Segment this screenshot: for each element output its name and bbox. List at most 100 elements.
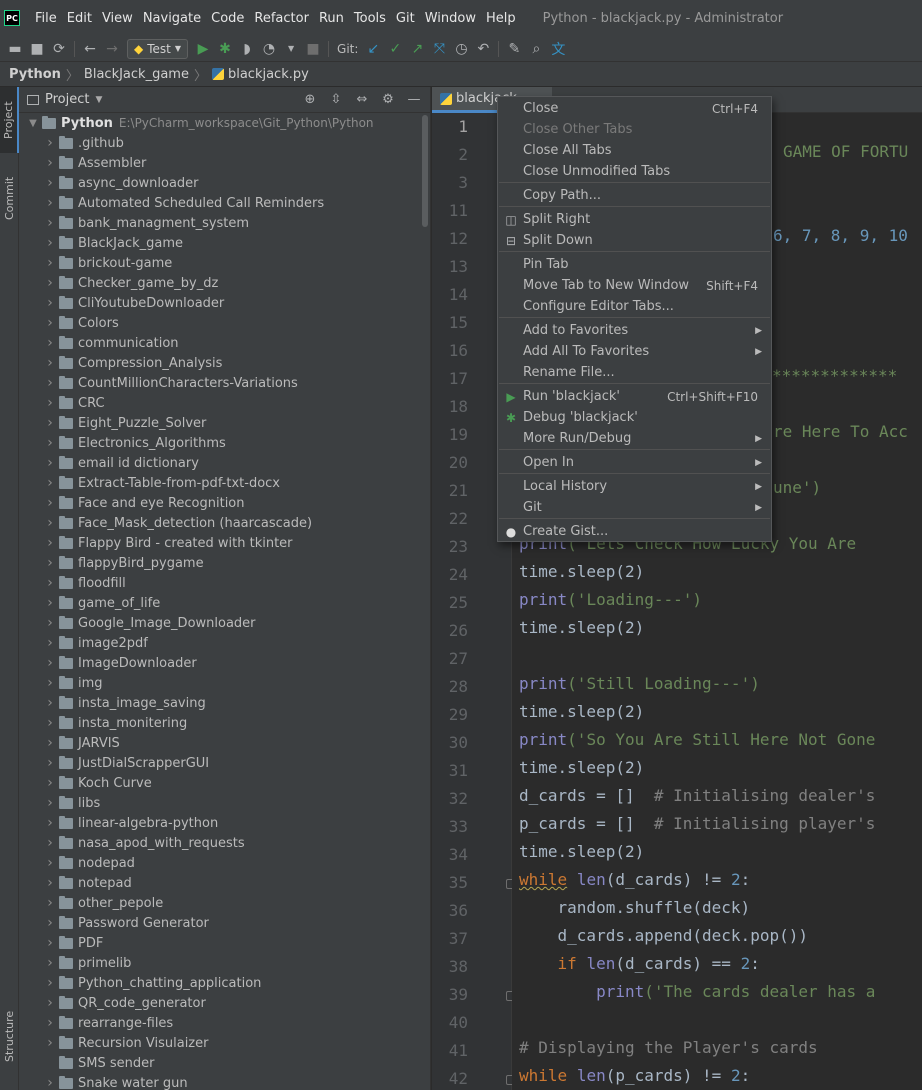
sync-icon[interactable]: ⟳: [48, 39, 70, 59]
git-commit-icon[interactable]: ✓: [384, 39, 406, 59]
menu-git[interactable]: Git: [391, 11, 420, 26]
gear-icon[interactable]: ⚙: [378, 92, 398, 107]
chevron-right-icon[interactable]: ›: [41, 615, 59, 631]
tree-folder-item[interactable]: › communication: [19, 333, 421, 353]
tree-folder-item[interactable]: › Eight_Puzzle_Solver: [19, 413, 421, 433]
tree-folder-item[interactable]: › Recursion Visulaizer: [19, 1033, 421, 1053]
menu-item-local-history[interactable]: Local History ▶: [499, 476, 770, 497]
tree-folder-item[interactable]: › PDF: [19, 933, 421, 953]
chevron-right-icon[interactable]: ›: [41, 335, 59, 351]
chevron-right-icon[interactable]: ›: [41, 995, 59, 1011]
tree-folder-item[interactable]: › game_of_life: [19, 593, 421, 613]
tree-folder-item[interactable]: › BlackJack_game: [19, 233, 421, 253]
chevron-right-icon[interactable]: ›: [41, 815, 59, 831]
chevron-right-icon[interactable]: ›: [41, 475, 59, 491]
project-panel-title[interactable]: Project: [45, 92, 89, 107]
tree-folder-item[interactable]: › notepad: [19, 873, 421, 893]
menu-item-open-in[interactable]: Open In ▶: [499, 452, 770, 473]
tree-folder-item[interactable]: › Snake water gun: [19, 1073, 421, 1090]
menu-item-split-right[interactable]: ◫ Split Right: [499, 209, 770, 230]
menu-item-add-to-favorites[interactable]: Add to Favorites ▶: [499, 320, 770, 341]
menu-run[interactable]: Run: [314, 11, 349, 26]
chevron-right-icon[interactable]: ›: [41, 675, 59, 691]
chevron-right-icon[interactable]: ›: [41, 855, 59, 871]
chevron-down-icon[interactable]: ▼: [95, 95, 102, 105]
menu-file[interactable]: File: [30, 11, 62, 26]
search-icon[interactable]: ⌕: [525, 39, 547, 59]
tree-folder-item[interactable]: › Koch Curve: [19, 773, 421, 793]
chevron-right-icon[interactable]: ›: [41, 135, 59, 151]
git-update-icon[interactable]: ↙: [362, 39, 384, 59]
collapse-all-icon[interactable]: ⇔: [352, 92, 372, 107]
breadcrumb-folder[interactable]: BlackJack_game: [84, 67, 189, 82]
tree-folder-item[interactable]: › .github: [19, 133, 421, 153]
chevron-right-icon[interactable]: ›: [41, 295, 59, 311]
chevron-right-icon[interactable]: ›: [41, 215, 59, 231]
expand-all-icon[interactable]: ⇳: [326, 92, 346, 107]
tree-folder-item[interactable]: › insta_monitering: [19, 713, 421, 733]
menu-item-create-gist[interactable]: ● Create Gist...: [499, 521, 770, 542]
chevron-right-icon[interactable]: ›: [41, 235, 59, 251]
tree-root[interactable]: ▼ Python E:\PyCharm_workspace\Git_Python…: [19, 113, 421, 133]
tree-folder-item[interactable]: › primelib: [19, 953, 421, 973]
tree-folder-item[interactable]: › Face_Mask_detection (haarcascade): [19, 513, 421, 533]
tree-folder-item[interactable]: › libs: [19, 793, 421, 813]
tree-folder-item[interactable]: › insta_image_saving: [19, 693, 421, 713]
wrench-icon[interactable]: ✎: [503, 39, 525, 59]
tree-folder-item[interactable]: › Colors: [19, 313, 421, 333]
chevron-right-icon[interactable]: ›: [41, 915, 59, 931]
chevron-right-icon[interactable]: ›: [41, 455, 59, 471]
chevron-right-icon[interactable]: ›: [41, 275, 59, 291]
chevron-right-icon[interactable]: ›: [41, 1015, 59, 1031]
tree-folder-item[interactable]: › img: [19, 673, 421, 693]
chevron-right-icon[interactable]: ›: [41, 775, 59, 791]
tree-folder-item[interactable]: › email id dictionary: [19, 453, 421, 473]
tree-folder-item[interactable]: › CountMillionCharacters-Variations: [19, 373, 421, 393]
chevron-right-icon[interactable]: ›: [41, 415, 59, 431]
menu-item-close[interactable]: Close Ctrl+F4: [499, 98, 770, 119]
history-icon[interactable]: ◷: [450, 39, 472, 59]
back-arrow-icon[interactable]: ←: [79, 39, 101, 59]
menu-item-copy-path[interactable]: Copy Path...: [499, 185, 770, 206]
chevron-right-icon[interactable]: ›: [41, 895, 59, 911]
tree-folder-item[interactable]: › Automated Scheduled Call Reminders: [19, 193, 421, 213]
chevron-right-icon[interactable]: ›: [41, 1035, 59, 1051]
chevron-right-icon[interactable]: ›: [41, 595, 59, 611]
menu-navigate[interactable]: Navigate: [138, 11, 206, 26]
tree-folder-item[interactable]: › nasa_apod_with_requests: [19, 833, 421, 853]
chevron-right-icon[interactable]: ›: [41, 515, 59, 531]
chevron-right-icon[interactable]: ›: [41, 655, 59, 671]
menu-item-close-unmodified-tabs[interactable]: Close Unmodified Tabs: [499, 161, 770, 182]
tree-folder-item[interactable]: › Password Generator: [19, 913, 421, 933]
tree-folder-item[interactable]: › Google_Image_Downloader: [19, 613, 421, 633]
chevron-right-icon[interactable]: ›: [41, 635, 59, 651]
chevron-right-icon[interactable]: ›: [41, 395, 59, 411]
menu-window[interactable]: Window: [420, 11, 481, 26]
hide-panel-icon[interactable]: —: [404, 92, 424, 107]
tree-folder-item[interactable]: › flappyBird_pygame: [19, 553, 421, 573]
chevron-right-icon[interactable]: ›: [41, 955, 59, 971]
tree-folder-item[interactable]: › Face and eye Recognition: [19, 493, 421, 513]
chevron-right-icon[interactable]: ›: [41, 555, 59, 571]
git-push-icon[interactable]: ↗: [406, 39, 428, 59]
chevron-right-icon[interactable]: ›: [41, 175, 59, 191]
chevron-right-icon[interactable]: ›: [41, 975, 59, 991]
tree-folder-item[interactable]: › image2pdf: [19, 633, 421, 653]
tree-folder-item[interactable]: › Electronics_Algorithms: [19, 433, 421, 453]
chevron-right-icon[interactable]: ›: [41, 535, 59, 551]
menu-item-close-all-tabs[interactable]: Close All Tabs: [499, 140, 770, 161]
tree-folder-item[interactable]: › JustDialScrapperGUI: [19, 753, 421, 773]
chevron-right-icon[interactable]: ›: [41, 435, 59, 451]
stop-icon[interactable]: ■: [302, 39, 324, 59]
tree-folder-item[interactable]: › CliYoutubeDownloader: [19, 293, 421, 313]
forward-arrow-icon[interactable]: →: [101, 39, 123, 59]
menu-item-git[interactable]: Git ▶: [499, 497, 770, 518]
chevron-right-icon[interactable]: ›: [41, 1075, 59, 1090]
tree-folder-item[interactable]: ›SMS sender: [19, 1053, 421, 1073]
git-merge-icon[interactable]: ⤧: [428, 39, 450, 59]
tree-folder-item[interactable]: › bank_managment_system: [19, 213, 421, 233]
folder-open-icon[interactable]: ▬: [4, 39, 26, 59]
tree-folder-item[interactable]: › QR_code_generator: [19, 993, 421, 1013]
chevron-right-icon[interactable]: ›: [41, 155, 59, 171]
menu-item-rename-file[interactable]: Rename File...: [499, 362, 770, 383]
